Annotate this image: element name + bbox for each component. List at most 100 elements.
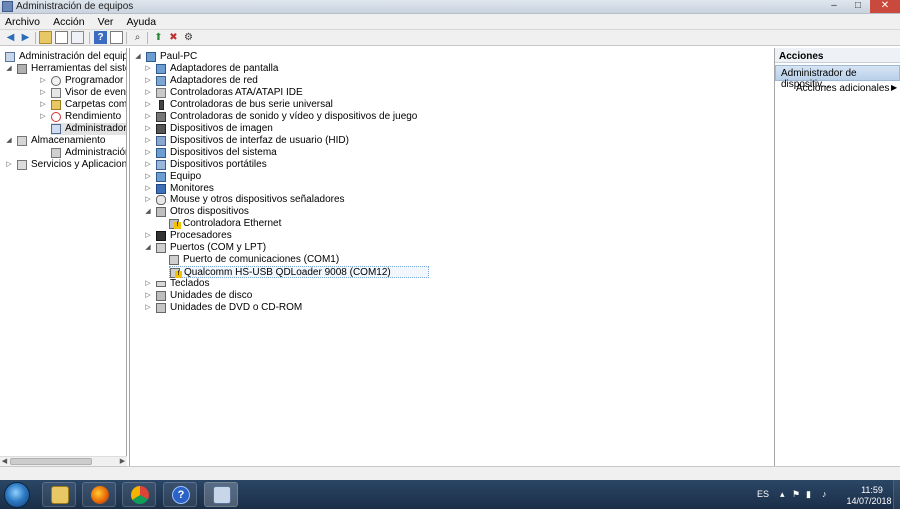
expand-arrow-icon[interactable]: ▷ <box>144 147 152 159</box>
taskbar-file-explorer[interactable] <box>42 482 76 507</box>
tray-expand-icon[interactable]: ▴ <box>780 489 785 500</box>
taskbar-help[interactable]: ? <box>163 482 197 507</box>
forward-icon[interactable]: ▶ <box>19 31 32 44</box>
device-tree-item[interactable]: ▷ Dispositivos del sistema <box>145 147 416 159</box>
nav-tree-item[interactable]: ▷ Servicios y Aplicaciones <box>6 159 126 171</box>
expand-arrow-icon[interactable]: ▷ <box>144 194 152 206</box>
device-tree-item[interactable]: ▷ Controladoras de sonido y vídeo y dispo… <box>145 111 417 123</box>
more-actions-link[interactable]: Acciones adicionales <box>796 83 889 95</box>
expand-arrow-icon[interactable]: ▷ <box>39 99 47 111</box>
clock-date[interactable]: 14/07/2018 <box>844 496 894 506</box>
expand-arrow-icon[interactable]: ▷ <box>144 75 152 87</box>
device-tree-item[interactable]: ◢ Puertos (COM y LPT) <box>145 242 416 254</box>
device-tree-item[interactable]: ▷ Dispositivos portátiles <box>145 159 416 171</box>
device-tree-item[interactable]: ▷ Teclados <box>145 278 416 290</box>
help-icon[interactable]: ? <box>94 31 107 44</box>
menu-ayuda[interactable]: Ayuda <box>121 14 161 30</box>
expand-arrow-icon[interactable]: ▷ <box>39 111 47 123</box>
menu-archivo[interactable]: Archivo <box>0 14 45 30</box>
expand-arrow-icon[interactable]: ▷ <box>144 99 152 111</box>
expand-arrow-icon[interactable]: ▷ <box>144 123 152 135</box>
uninstall-icon[interactable]: ✖ <box>167 31 180 44</box>
nav-tree-item[interactable]: Administrador de dispo <box>51 123 126 135</box>
volume-icon[interactable]: ♪ <box>822 489 827 499</box>
device-tree-item[interactable]: ! Controladora Ethernet <box>169 218 429 230</box>
device-tree-item[interactable]: ▷ Monitores <box>145 183 416 195</box>
update-driver-icon[interactable]: ⬆ <box>152 31 165 44</box>
close-button[interactable]: ✕ <box>870 0 900 13</box>
action-center-flag-icon[interactable]: ⚑ <box>792 489 800 500</box>
taskbar-chrome[interactable] <box>122 482 156 507</box>
scroll-right-icon[interactable]: ▶ <box>118 457 127 466</box>
expand-arrow-icon[interactable]: ▷ <box>144 230 152 242</box>
taskbar-firefox[interactable] <box>82 482 116 507</box>
network-signal-icon[interactable]: ▮ <box>806 489 811 500</box>
menu-accion[interactable]: Acción <box>48 14 90 30</box>
collapse-arrow-icon[interactable]: ◢ <box>5 63 13 75</box>
collapse-arrow-icon[interactable]: ◢ <box>134 51 142 63</box>
expand-arrow-icon[interactable]: ▷ <box>144 290 152 302</box>
scroll-left-icon[interactable]: ◀ <box>0 457 9 466</box>
scrollbar-thumb[interactable] <box>10 458 92 465</box>
nav-tree-item[interactable]: ▷ Visor de eventos <box>40 87 126 99</box>
collapse-arrow-icon[interactable]: ◢ <box>144 242 152 254</box>
expand-arrow-icon[interactable]: ▷ <box>144 159 152 171</box>
nav-tree-item[interactable]: ▷ Rendimiento <box>40 111 126 123</box>
maximize-button[interactable]: □ <box>846 0 870 13</box>
language-indicator[interactable]: ES <box>757 489 769 499</box>
expand-arrow-icon[interactable]: ▷ <box>39 75 47 87</box>
horizontal-scrollbar[interactable]: ◀ ▶ <box>0 456 127 466</box>
taskbar: ? ES ▴ ⚑ ▮ ♪ 11:59 14/07/2018 <box>0 480 900 509</box>
device-tree-item[interactable]: ▷ Dispositivos de interfaz de usuario (HI… <box>145 135 416 147</box>
expand-arrow-icon[interactable]: ▷ <box>144 135 152 147</box>
nav-tree-item[interactable]: ▷ Programador de tareas <box>40 75 126 87</box>
nav-tree-item[interactable]: Administración de disco <box>51 147 126 159</box>
scan-hardware-icon[interactable]: ⌕ <box>131 31 144 44</box>
collapse-arrow-icon[interactable]: ◢ <box>144 206 152 218</box>
nav-tree-item[interactable]: Administración del equipo (loc <box>5 51 126 63</box>
nav-tree-item[interactable]: ▷ Carpetas compartidas <box>40 99 126 111</box>
expand-arrow-icon[interactable]: ▷ <box>144 302 152 314</box>
expand-arrow-icon[interactable]: ▷ <box>144 87 152 99</box>
device-tree-item[interactable]: ▷ Adaptadores de red <box>145 75 416 87</box>
device-tree-item[interactable]: ▷ Controladoras de bus serie universal <box>145 99 416 111</box>
export-list-icon[interactable] <box>71 31 84 44</box>
device-tree-item[interactable]: ▷ Unidades de DVD o CD-ROM <box>145 302 416 314</box>
nav-tree-item[interactable]: ◢ Almacenamiento <box>6 135 126 147</box>
properties-icon[interactable] <box>110 31 123 44</box>
expand-arrow-icon[interactable]: ▷ <box>144 63 152 75</box>
monitor-icon <box>156 183 166 194</box>
back-icon[interactable]: ◀ <box>4 31 17 44</box>
up-folder-icon[interactable] <box>39 31 52 44</box>
expand-arrow-icon[interactable]: ▷ <box>39 87 47 99</box>
device-tree-item[interactable]: ▷ Procesadores <box>145 230 416 242</box>
expand-arrow-icon[interactable]: ▷ <box>5 159 13 171</box>
clock-time[interactable]: 11:59 <box>854 485 890 495</box>
menu-ver[interactable]: Ver <box>93 14 119 30</box>
device-tree-item[interactable]: ▷ Controladoras ATA/ATAPI IDE <box>145 87 416 99</box>
show-hide-tree-icon[interactable] <box>55 31 68 44</box>
device-tree-item[interactable]: ◢ Otros dispositivos <box>145 206 416 218</box>
device-tree-item[interactable]: Puerto de comunicaciones (COM1) <box>169 254 429 266</box>
start-button[interactable] <box>4 482 30 508</box>
tree-item-label: Rendimiento <box>65 111 122 122</box>
device-tree-item[interactable]: ▷ Adaptadores de pantalla <box>145 63 416 75</box>
minimize-button[interactable]: – <box>822 0 846 13</box>
expand-arrow-icon[interactable]: ▷ <box>144 278 152 290</box>
actions-section-device-manager[interactable]: Administrador de dispositiv... <box>775 65 900 90</box>
device-tree-item[interactable]: ! Qualcomm HS-USB QDLoader 9008 (COM12) <box>169 266 429 279</box>
disable-device-icon[interactable]: ⚙ <box>182 31 195 44</box>
taskbar-computer-management[interactable] <box>204 482 238 507</box>
expand-arrow-icon[interactable]: ▷ <box>144 111 152 123</box>
device-tree-item[interactable]: ▷ Equipo <box>145 171 416 183</box>
device-tree-item[interactable]: ▷ Unidades de disco <box>145 290 416 302</box>
device-tree-item[interactable]: ▷ Dispositivos de imagen <box>145 123 416 135</box>
expand-arrow-icon[interactable]: ▷ <box>144 183 152 195</box>
mouse-icon <box>156 195 166 206</box>
device-tree-item[interactable]: ▷ Mouse y otros dispositivos señaladores <box>145 194 416 206</box>
show-desktop-button[interactable] <box>893 480 900 509</box>
nav-tree-item[interactable]: ◢ Herramientas del sistema <box>6 63 126 75</box>
expand-arrow-icon[interactable]: ▷ <box>144 171 152 183</box>
tree-item-label: Procesadores <box>170 230 232 242</box>
collapse-arrow-icon[interactable]: ◢ <box>5 135 13 147</box>
